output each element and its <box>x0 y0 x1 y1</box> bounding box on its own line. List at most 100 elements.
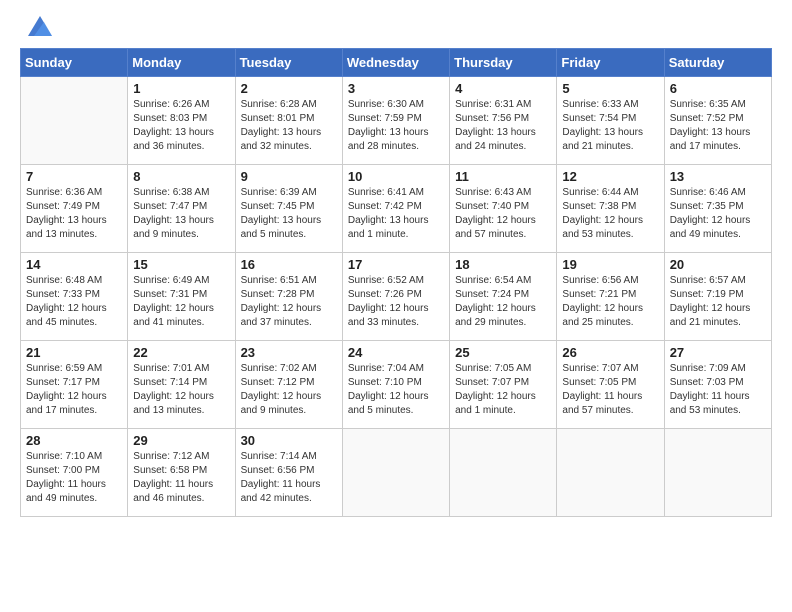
day-number: 1 <box>133 81 229 96</box>
day-info: Sunrise: 6:56 AM Sunset: 7:21 PM Dayligh… <box>562 274 658 330</box>
day-info: Sunrise: 6:54 AM Sunset: 7:24 PM Dayligh… <box>455 274 551 330</box>
header-cell-saturday: Saturday <box>664 49 771 77</box>
week-row-0: 1 Sunrise: 6:26 AM Sunset: 8:03 PM Daylig… <box>21 77 772 165</box>
day-number: 8 <box>133 169 229 184</box>
day-info: Sunrise: 6:46 AM Sunset: 7:35 PM Dayligh… <box>670 186 766 242</box>
calendar-cell: 17 Sunrise: 6:52 AM Sunset: 7:26 PM Dayli… <box>342 253 449 341</box>
day-number: 23 <box>241 345 337 360</box>
day-info: Sunrise: 6:52 AM Sunset: 7:26 PM Dayligh… <box>348 274 444 330</box>
day-number: 11 <box>455 169 551 184</box>
logo <box>20 16 56 40</box>
day-number: 12 <box>562 169 658 184</box>
day-info: Sunrise: 6:43 AM Sunset: 7:40 PM Dayligh… <box>455 186 551 242</box>
calendar-cell: 20 Sunrise: 6:57 AM Sunset: 7:19 PM Dayli… <box>664 253 771 341</box>
week-row-4: 28 Sunrise: 7:10 AM Sunset: 7:00 PM Dayli… <box>21 429 772 517</box>
day-number: 7 <box>26 169 122 184</box>
calendar-cell <box>21 77 128 165</box>
page-header <box>20 16 772 40</box>
day-info: Sunrise: 6:36 AM Sunset: 7:49 PM Dayligh… <box>26 186 122 242</box>
day-info: Sunrise: 7:09 AM Sunset: 7:03 PM Dayligh… <box>670 362 766 418</box>
day-info: Sunrise: 6:48 AM Sunset: 7:33 PM Dayligh… <box>26 274 122 330</box>
calendar-cell: 26 Sunrise: 7:07 AM Sunset: 7:05 PM Dayli… <box>557 341 664 429</box>
calendar-cell: 22 Sunrise: 7:01 AM Sunset: 7:14 PM Dayli… <box>128 341 235 429</box>
day-info: Sunrise: 6:28 AM Sunset: 8:01 PM Dayligh… <box>241 98 337 154</box>
calendar-cell: 19 Sunrise: 6:56 AM Sunset: 7:21 PM Dayli… <box>557 253 664 341</box>
day-number: 21 <box>26 345 122 360</box>
calendar-cell: 1 Sunrise: 6:26 AM Sunset: 8:03 PM Daylig… <box>128 77 235 165</box>
calendar-cell: 11 Sunrise: 6:43 AM Sunset: 7:40 PM Dayli… <box>450 165 557 253</box>
week-row-1: 7 Sunrise: 6:36 AM Sunset: 7:49 PM Daylig… <box>21 165 772 253</box>
calendar-cell: 3 Sunrise: 6:30 AM Sunset: 7:59 PM Daylig… <box>342 77 449 165</box>
day-number: 28 <box>26 433 122 448</box>
day-info: Sunrise: 7:01 AM Sunset: 7:14 PM Dayligh… <box>133 362 229 418</box>
day-number: 4 <box>455 81 551 96</box>
calendar-cell: 5 Sunrise: 6:33 AM Sunset: 7:54 PM Daylig… <box>557 77 664 165</box>
day-info: Sunrise: 7:12 AM Sunset: 6:58 PM Dayligh… <box>133 450 229 506</box>
day-info: Sunrise: 7:04 AM Sunset: 7:10 PM Dayligh… <box>348 362 444 418</box>
day-number: 22 <box>133 345 229 360</box>
day-info: Sunrise: 6:41 AM Sunset: 7:42 PM Dayligh… <box>348 186 444 242</box>
day-number: 14 <box>26 257 122 272</box>
day-number: 15 <box>133 257 229 272</box>
day-number: 18 <box>455 257 551 272</box>
calendar-cell <box>557 429 664 517</box>
day-info: Sunrise: 7:02 AM Sunset: 7:12 PM Dayligh… <box>241 362 337 418</box>
logo-icon <box>24 12 56 40</box>
day-number: 19 <box>562 257 658 272</box>
calendar-cell: 27 Sunrise: 7:09 AM Sunset: 7:03 PM Dayli… <box>664 341 771 429</box>
calendar-cell: 9 Sunrise: 6:39 AM Sunset: 7:45 PM Daylig… <box>235 165 342 253</box>
header-row: SundayMondayTuesdayWednesdayThursdayFrid… <box>21 49 772 77</box>
calendar-cell: 6Sunrise: 6:35 AM Sunset: 7:52 PM Daylig… <box>664 77 771 165</box>
header-cell-monday: Monday <box>128 49 235 77</box>
day-number: 16 <box>241 257 337 272</box>
day-info: Sunrise: 6:31 AM Sunset: 7:56 PM Dayligh… <box>455 98 551 154</box>
day-info: Sunrise: 7:07 AM Sunset: 7:05 PM Dayligh… <box>562 362 658 418</box>
calendar-header: SundayMondayTuesdayWednesdayThursdayFrid… <box>21 49 772 77</box>
header-cell-tuesday: Tuesday <box>235 49 342 77</box>
day-info: Sunrise: 6:51 AM Sunset: 7:28 PM Dayligh… <box>241 274 337 330</box>
day-number: 27 <box>670 345 766 360</box>
day-info: Sunrise: 6:59 AM Sunset: 7:17 PM Dayligh… <box>26 362 122 418</box>
calendar-body: 1 Sunrise: 6:26 AM Sunset: 8:03 PM Daylig… <box>21 77 772 517</box>
day-number: 25 <box>455 345 551 360</box>
day-info: Sunrise: 6:49 AM Sunset: 7:31 PM Dayligh… <box>133 274 229 330</box>
day-number: 6 <box>670 81 766 96</box>
calendar-cell <box>664 429 771 517</box>
day-info: Sunrise: 6:26 AM Sunset: 8:03 PM Dayligh… <box>133 98 229 154</box>
calendar-cell: 12Sunrise: 6:44 AM Sunset: 7:38 PM Dayli… <box>557 165 664 253</box>
day-info: Sunrise: 6:38 AM Sunset: 7:47 PM Dayligh… <box>133 186 229 242</box>
calendar-cell: 7 Sunrise: 6:36 AM Sunset: 7:49 PM Daylig… <box>21 165 128 253</box>
calendar-cell: 4 Sunrise: 6:31 AM Sunset: 7:56 PM Daylig… <box>450 77 557 165</box>
calendar-cell: 13 Sunrise: 6:46 AM Sunset: 7:35 PM Dayli… <box>664 165 771 253</box>
day-number: 26 <box>562 345 658 360</box>
day-number: 5 <box>562 81 658 96</box>
calendar-cell: 10 Sunrise: 6:41 AM Sunset: 7:42 PM Dayli… <box>342 165 449 253</box>
calendar-cell: 24Sunrise: 7:04 AM Sunset: 7:10 PM Dayli… <box>342 341 449 429</box>
calendar-cell: 29 Sunrise: 7:12 AM Sunset: 6:58 PM Dayli… <box>128 429 235 517</box>
header-cell-wednesday: Wednesday <box>342 49 449 77</box>
day-info: Sunrise: 7:10 AM Sunset: 7:00 PM Dayligh… <box>26 450 122 506</box>
week-row-2: 14 Sunrise: 6:48 AM Sunset: 7:33 PM Dayli… <box>21 253 772 341</box>
calendar-cell: 16 Sunrise: 6:51 AM Sunset: 7:28 PM Dayli… <box>235 253 342 341</box>
day-info: Sunrise: 7:14 AM Sunset: 6:56 PM Dayligh… <box>241 450 337 506</box>
header-cell-thursday: Thursday <box>450 49 557 77</box>
calendar-cell: 14 Sunrise: 6:48 AM Sunset: 7:33 PM Dayli… <box>21 253 128 341</box>
day-number: 10 <box>348 169 444 184</box>
day-number: 9 <box>241 169 337 184</box>
calendar-cell: 21 Sunrise: 6:59 AM Sunset: 7:17 PM Dayli… <box>21 341 128 429</box>
day-info: Sunrise: 6:39 AM Sunset: 7:45 PM Dayligh… <box>241 186 337 242</box>
calendar-cell: 30Sunrise: 7:14 AM Sunset: 6:56 PM Dayli… <box>235 429 342 517</box>
day-info: Sunrise: 6:33 AM Sunset: 7:54 PM Dayligh… <box>562 98 658 154</box>
day-number: 3 <box>348 81 444 96</box>
day-info: Sunrise: 6:57 AM Sunset: 7:19 PM Dayligh… <box>670 274 766 330</box>
day-number: 20 <box>670 257 766 272</box>
day-number: 17 <box>348 257 444 272</box>
calendar-table: SundayMondayTuesdayWednesdayThursdayFrid… <box>20 48 772 517</box>
day-info: Sunrise: 6:30 AM Sunset: 7:59 PM Dayligh… <box>348 98 444 154</box>
day-number: 13 <box>670 169 766 184</box>
calendar-cell: 23 Sunrise: 7:02 AM Sunset: 7:12 PM Dayli… <box>235 341 342 429</box>
day-info: Sunrise: 7:05 AM Sunset: 7:07 PM Dayligh… <box>455 362 551 418</box>
calendar-cell <box>450 429 557 517</box>
calendar-cell: 28 Sunrise: 7:10 AM Sunset: 7:00 PM Dayli… <box>21 429 128 517</box>
day-number: 29 <box>133 433 229 448</box>
